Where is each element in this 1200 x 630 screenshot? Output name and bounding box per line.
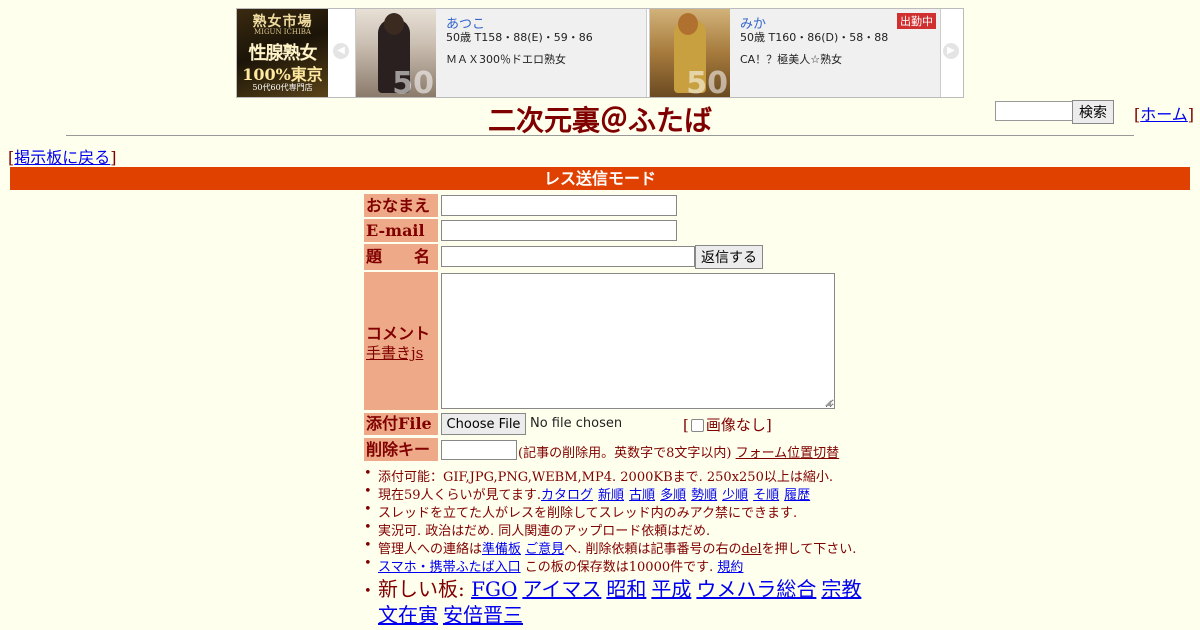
delete-key-note: (記事の削除用。英数字で8文字以内) フォーム位置切替 [518, 442, 839, 461]
attachment-info: 添付可能：GIF,JPG,PNG,WEBM,MP4. 2000KBまで. 250… [378, 470, 833, 485]
sort-momentum-link[interactable]: 勢順 [691, 488, 717, 503]
email-field[interactable] [441, 220, 677, 241]
search-input[interactable] [995, 101, 1075, 121]
storage-count: この板の保存数は10000件です. [524, 560, 714, 575]
sort-old-link[interactable]: 古順 [629, 488, 655, 503]
catalog-link[interactable]: カタログ [541, 488, 593, 503]
board-link-religion[interactable]: 宗教 [821, 577, 861, 601]
on-duty-badge: 出勤中 [897, 13, 936, 29]
banner-prev-icon[interactable]: ◀ [333, 43, 349, 59]
contact-note: 管理人への連絡は準備板 ご意見へ. 削除依頼は記事番号の右のdelを押して下さい… [378, 538, 856, 557]
no-image-checkbox[interactable] [690, 418, 704, 432]
bullet: • [364, 466, 372, 481]
delete-key-field[interactable] [441, 440, 517, 460]
header-divider [66, 135, 1134, 136]
mobile-entry-link[interactable]: スマホ・携帯ふたば入口 [378, 560, 521, 575]
bullet: • [364, 556, 372, 571]
comment-label: コメント [366, 324, 431, 343]
email-label: E-mail [364, 219, 438, 242]
board-rules-note: 実況可. 政治はだめ. 同人関連のアップロード依頼はだめ. [378, 524, 711, 539]
comment-textarea[interactable] [441, 273, 835, 409]
ad-banner[interactable]: 熟女市場 MIGUN ICHIBA 性腺熟女 100%東京 50代60代専門店 … [236, 8, 964, 98]
reply-mode-bar: レス送信モード [10, 167, 1190, 190]
photo-head [678, 13, 698, 35]
card-stats: 50歳 T160・86(D)・58・88 [740, 31, 889, 44]
viewer-count: 現在59人くらいが見てます. [378, 488, 542, 503]
file-label: 添付File [364, 413, 438, 435]
no-image-label: 画像なし] [705, 416, 772, 434]
photo-age-overlay: 50 [392, 66, 434, 97]
prep-board-link[interactable]: 準備板 [482, 542, 521, 557]
search-button[interactable]: 検索 [1072, 100, 1114, 124]
file-status: No file chosen [530, 416, 623, 431]
banner-logo-line5: 50代60代専門店 [252, 83, 313, 92]
bullet: • [364, 538, 372, 553]
delete-key-hint: (記事の削除用。英数字で8文字以内) [518, 446, 732, 461]
viewer-count-line: 現在59人くらいが見てます.カタログ 新順 古順 多順 勢順 少順 そ順 履歴 [378, 484, 815, 503]
bullet: • [364, 520, 372, 535]
no-image-option: [ 画像なし] [683, 414, 772, 435]
bullet: • [364, 484, 372, 499]
photo-head [384, 13, 404, 35]
card-photo: 50 [356, 9, 436, 97]
home-link-container: [ホーム] [1134, 101, 1194, 125]
terms-link[interactable]: 規約 [717, 560, 743, 575]
name-field[interactable] [441, 195, 677, 216]
board-link-fgo[interactable]: FGO [471, 577, 517, 601]
name-label: おなまえ [364, 194, 438, 217]
sort-few-link[interactable]: 少順 [722, 488, 748, 503]
delete-key-label: 削除キー [364, 438, 438, 461]
board-link-umehara[interactable]: ウメハラ総合 [696, 577, 816, 601]
form-position-toggle-link[interactable]: フォーム位置切替 [736, 446, 840, 461]
sort-many-link[interactable]: 多順 [660, 488, 686, 503]
subject-field[interactable] [441, 246, 695, 267]
board-link-idolmaster[interactable]: アイマス [522, 577, 601, 601]
bracket-close: ] [110, 148, 117, 167]
contact-text: を押して下さい. [761, 542, 857, 557]
board-link-moon[interactable]: 文在寅 [378, 603, 438, 627]
card-description: CA！？極美人☆熟女 [740, 53, 843, 66]
bracket-open: [ [683, 416, 689, 434]
bullet: • [364, 502, 372, 517]
banner-next-icon[interactable]: ▶ [943, 43, 959, 59]
board-link-showa[interactable]: 昭和 [606, 577, 646, 601]
banner-card[interactable]: 50 みか 出勤中 50歳 T160・86(D)・58・88 CA！？極美人☆熟… [649, 9, 941, 97]
card-photo: 50 [650, 9, 730, 97]
card-description: ＭＡＸ300％ドエロ熟女 [446, 53, 566, 66]
board-link-abe[interactable]: 安倍晋三 [443, 603, 523, 627]
banner-logo-line2: MIGUN ICHIBA [254, 28, 311, 36]
bracket-close: ] [1187, 105, 1195, 124]
contact-text: 管理人への連絡は [378, 542, 483, 557]
new-boards-label: 新しい板: [378, 577, 465, 601]
resize-handle-icon[interactable]: ◢ [825, 399, 833, 407]
mobile-note: スマホ・携帯ふたば入口 この板の保存数は10000件です. 規約 [378, 556, 743, 575]
home-link[interactable]: ホーム [1140, 105, 1188, 124]
choose-file-button[interactable]: Choose File [441, 413, 526, 435]
thread-owner-note: スレッドを立てた人がレスを削除してスレッド内のみアク禁にできます. [378, 506, 798, 521]
banner-card[interactable]: 50 あつこ 50歳 T158・88(E)・59・86 ＭＡＸ300％ドエロ熟女 [355, 9, 647, 97]
contact-text: へ. 削除依頼は記事番号の右の [564, 542, 742, 557]
card-stats: 50歳 T158・88(E)・59・86 [446, 31, 593, 44]
back-to-board-link[interactable]: 掲示板に戻る [14, 148, 110, 167]
handwriting-link[interactable]: 手書きjs [366, 342, 423, 363]
del-link[interactable]: del [741, 542, 761, 557]
comment-label-cell: コメント 手書きjs [364, 272, 438, 410]
sort-so-link[interactable]: そ順 [753, 488, 779, 503]
bullet: • [364, 584, 372, 599]
photo-age-overlay: 50 [686, 66, 728, 97]
new-boards-line: 新しい板: FGO アイマス 昭和 平成 ウメハラ総合 宗教文在寅 安倍晋三 [378, 576, 878, 628]
subject-label: 題 名 [364, 244, 438, 270]
back-link-container: [掲示板に戻る] [8, 144, 117, 168]
board-link-heisei[interactable]: 平成 [651, 577, 691, 601]
history-link[interactable]: 履歴 [784, 488, 810, 503]
banner-logo[interactable]: 熟女市場 MIGUN ICHIBA 性腺熟女 100%東京 50代60代専門店 [237, 9, 328, 97]
sort-new-link[interactable]: 新順 [598, 488, 624, 503]
feedback-link[interactable]: ご意見 [525, 542, 564, 557]
submit-reply-button[interactable]: 返信する [695, 245, 763, 269]
